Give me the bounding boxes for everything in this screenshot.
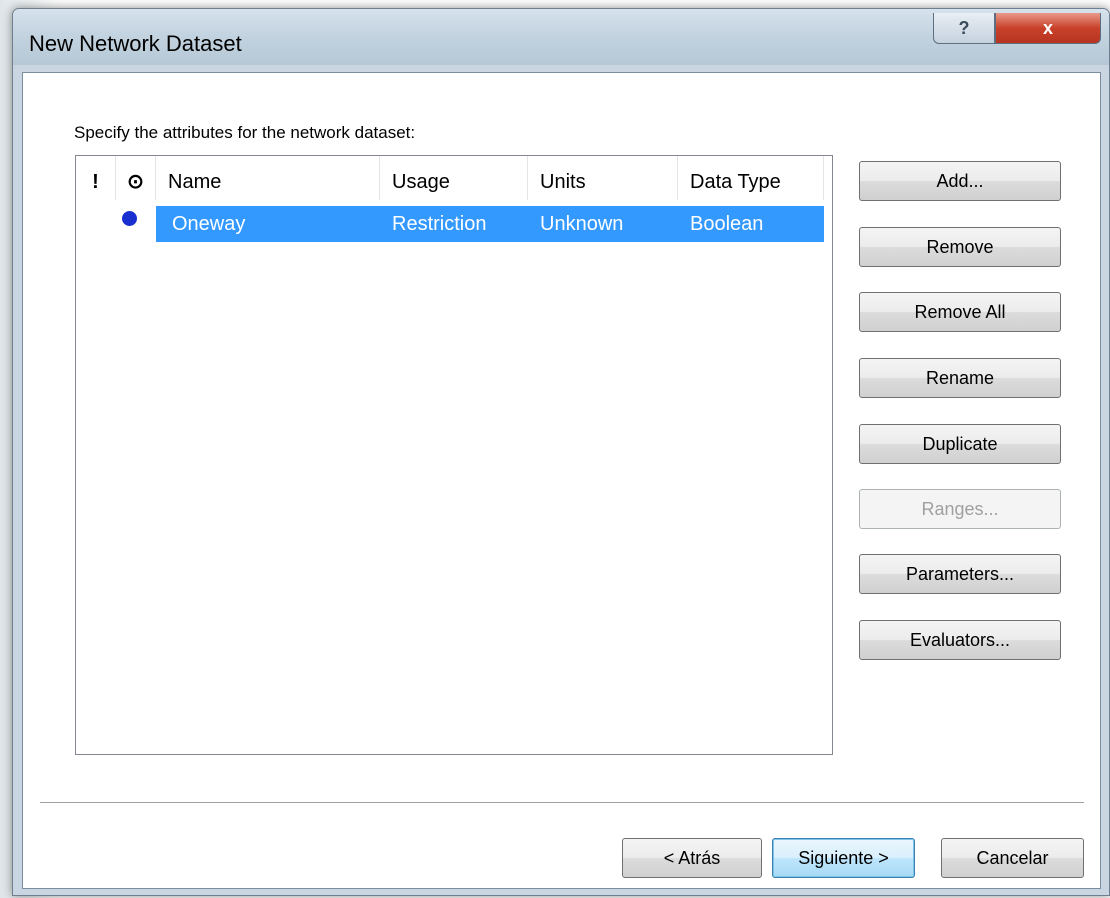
- close-button[interactable]: x: [995, 13, 1101, 44]
- rename-button[interactable]: Rename: [859, 358, 1061, 398]
- help-button[interactable]: ?: [933, 13, 995, 44]
- column-header-name[interactable]: Name: [156, 156, 380, 200]
- remove-all-button[interactable]: Remove All: [859, 292, 1061, 332]
- attributes-list[interactable]: ! ⊙ Name Usage Units Data Type Oneway Re…: [75, 155, 833, 755]
- duplicate-button[interactable]: Duplicate: [859, 424, 1061, 464]
- back-button[interactable]: < Atrás: [622, 838, 762, 878]
- column-header-units[interactable]: Units: [528, 156, 678, 200]
- footer-separator: [40, 802, 1084, 804]
- header-warning-icon[interactable]: !: [76, 156, 116, 200]
- dialog-content: Specify the attributes for the network d…: [22, 72, 1101, 889]
- table-row[interactable]: Oneway Restriction Unknown Boolean: [156, 206, 824, 242]
- cell-usage: Restriction: [392, 213, 487, 235]
- column-header-usage[interactable]: Usage: [380, 156, 528, 200]
- column-header-data-type[interactable]: Data Type: [678, 156, 824, 200]
- title-bar[interactable]: New Network Dataset ? x: [13, 9, 1109, 65]
- restriction-icon: [122, 211, 137, 226]
- window-title: New Network Dataset: [29, 31, 242, 56]
- cancel-button[interactable]: Cancelar: [941, 838, 1084, 878]
- next-button[interactable]: Siguiente >: [772, 838, 915, 878]
- evaluators-button[interactable]: Evaluators...: [859, 620, 1061, 660]
- header-restriction-icon[interactable]: ⊙: [116, 156, 156, 200]
- cell-name: Oneway: [172, 213, 246, 235]
- ranges-button: Ranges...: [859, 489, 1061, 529]
- list-header: ! ⊙ Name Usage Units Data Type: [76, 156, 832, 200]
- help-icon: ?: [958, 17, 970, 38]
- add-button[interactable]: Add...: [859, 161, 1061, 201]
- parameters-button[interactable]: Parameters...: [859, 554, 1061, 594]
- cell-data-type: Boolean: [690, 213, 764, 235]
- remove-button[interactable]: Remove: [859, 227, 1061, 267]
- instruction-label: Specify the attributes for the network d…: [74, 123, 416, 142]
- dialog-window: New Network Dataset ? x Specify the attr…: [12, 8, 1110, 896]
- close-icon: x: [1042, 17, 1053, 38]
- cell-units: Unknown: [540, 213, 624, 235]
